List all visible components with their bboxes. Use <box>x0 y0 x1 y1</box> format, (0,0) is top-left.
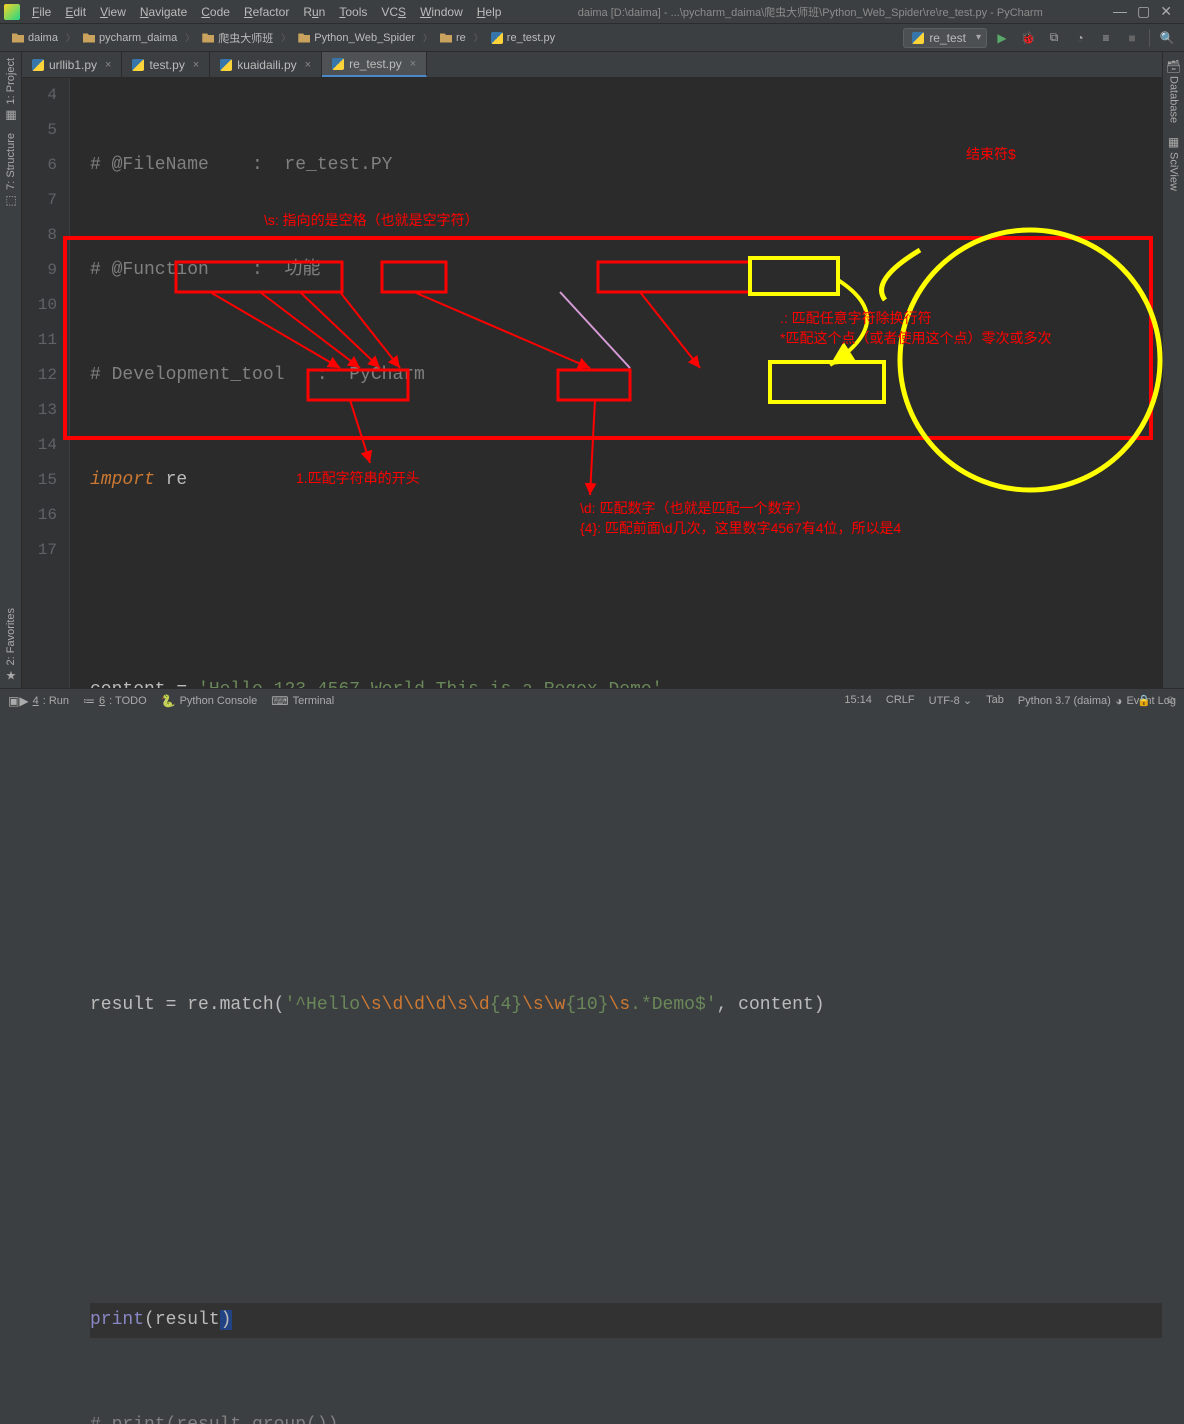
hector-icon[interactable]: ☺ <box>1165 694 1176 706</box>
tab-test[interactable]: test.py× <box>122 52 210 77</box>
sb-python-console[interactable]: 🐍Python Console <box>161 694 258 708</box>
menu-edit[interactable]: Edit <box>59 3 92 21</box>
crumb-p3[interactable]: Python_Web_Spider <box>292 30 421 46</box>
sidebar-project[interactable]: ▦1: Project <box>2 52 20 127</box>
sb-todo[interactable]: ≔6: TODO <box>83 694 147 708</box>
annot-dot1: .: 匹配任意字符除换行符 <box>780 308 932 328</box>
menu-run[interactable]: Run <box>297 3 331 21</box>
stop-icon[interactable]: ■ <box>1121 27 1143 49</box>
pycharm-icon <box>4 4 20 20</box>
menu-window[interactable]: Window <box>414 3 469 21</box>
maximize-icon[interactable]: ▢ <box>1137 3 1150 20</box>
crumb-root[interactable]: daima <box>6 30 64 46</box>
menu-file[interactable]: FFileile <box>26 3 57 21</box>
window-title: daima [D:\daima] - ...\pycharm_daima\爬虫大… <box>507 4 1113 20</box>
tab-close-icon[interactable]: × <box>193 59 199 71</box>
sidebar-favorites[interactable]: ★2: Favorites <box>2 602 20 688</box>
menu-refactor[interactable]: Refactor <box>238 3 295 21</box>
sidebar-sciview[interactable]: ▦SciView <box>1165 129 1183 197</box>
sb-interpreter[interactable]: Python 3.7 (daima) ⌄ <box>1018 694 1123 707</box>
sb-indent[interactable]: Tab <box>986 694 1004 706</box>
annot-caret: 1.匹配字符串的开头 <box>296 468 420 488</box>
sb-line-sep[interactable]: CRLF <box>886 694 915 706</box>
tab-re-test[interactable]: re_test.py× <box>322 52 427 77</box>
crumb-p4[interactable]: re <box>434 30 472 46</box>
sb-encoding[interactable]: UTF-8 ⌄ <box>929 694 972 707</box>
coverage-icon[interactable]: ⧉ <box>1043 27 1065 49</box>
tab-kuaidaili[interactable]: kuaidaili.py× <box>210 52 322 77</box>
tab-close-icon[interactable]: × <box>305 59 311 71</box>
crumb-p1[interactable]: pycharm_daima <box>77 30 183 46</box>
run-config-selector[interactable]: re_test <box>903 28 987 48</box>
breadcrumb: daima 〉 pycharm_daima 〉 爬虫大师班 〉 Python_W… <box>6 28 903 48</box>
debug-icon[interactable]: 🐞 <box>1017 27 1039 49</box>
line-number-gutter: 456 789 101112 131415 1617 <box>22 78 70 688</box>
sidebar-structure[interactable]: ⬚7: Structure <box>2 127 20 213</box>
lock-icon[interactable]: 🔒 <box>1137 694 1151 707</box>
menu-vcs[interactable]: VCS <box>375 3 412 21</box>
sb-run[interactable]: ▶4: 4: RunRun <box>19 694 69 708</box>
sidebar-database[interactable]: 🗃Database <box>1165 52 1183 129</box>
menu-help[interactable]: Help <box>471 3 508 21</box>
menu-tools[interactable]: Tools <box>333 3 373 21</box>
search-icon[interactable]: 🔍 <box>1156 27 1178 49</box>
annot-s-note: \s: 指向的是空格（也就是空字符） <box>264 210 479 230</box>
close-icon[interactable]: ✕ <box>1160 3 1172 20</box>
run-icon[interactable]: ▶ <box>991 27 1013 49</box>
menu-view[interactable]: View <box>94 3 132 21</box>
sb-position[interactable]: 15:14 <box>844 694 872 706</box>
menu-navigate[interactable]: Navigate <box>134 3 193 21</box>
sb-toolwindows-icon[interactable]: ▣ <box>8 694 19 708</box>
main-menu: FFileile Edit View Navigate Code Refacto… <box>26 3 507 21</box>
crumb-p2[interactable]: 爬虫大师班 <box>196 28 279 48</box>
annot-d2: {4}: 匹配前面\d几次，这里数字4567有4位，所以是4 <box>580 518 901 538</box>
annot-end-sign: 结束符$ <box>966 144 1016 164</box>
annot-d1: \d: 匹配数字（也就是匹配一个数字） <box>580 498 809 518</box>
minimize-icon[interactable]: — <box>1113 3 1127 20</box>
menu-code[interactable]: Code <box>195 3 236 21</box>
profiler-icon[interactable]: ◔ <box>1069 27 1091 49</box>
code-editor[interactable]: 456 789 101112 131415 1617 # @FileName :… <box>22 78 1162 688</box>
concurrency-icon[interactable]: ≡ <box>1095 27 1117 49</box>
annot-dot2: *匹配这个点（或者使用这个点）零次或多次 <box>780 328 1051 348</box>
tab-close-icon[interactable]: × <box>410 58 416 70</box>
sb-terminal[interactable]: ⌨Terminal <box>271 694 334 708</box>
tab-close-icon[interactable]: × <box>105 59 111 71</box>
crumb-file[interactable]: re_test.py <box>485 30 561 46</box>
tab-urllib1[interactable]: urllib1.py× <box>22 52 122 77</box>
